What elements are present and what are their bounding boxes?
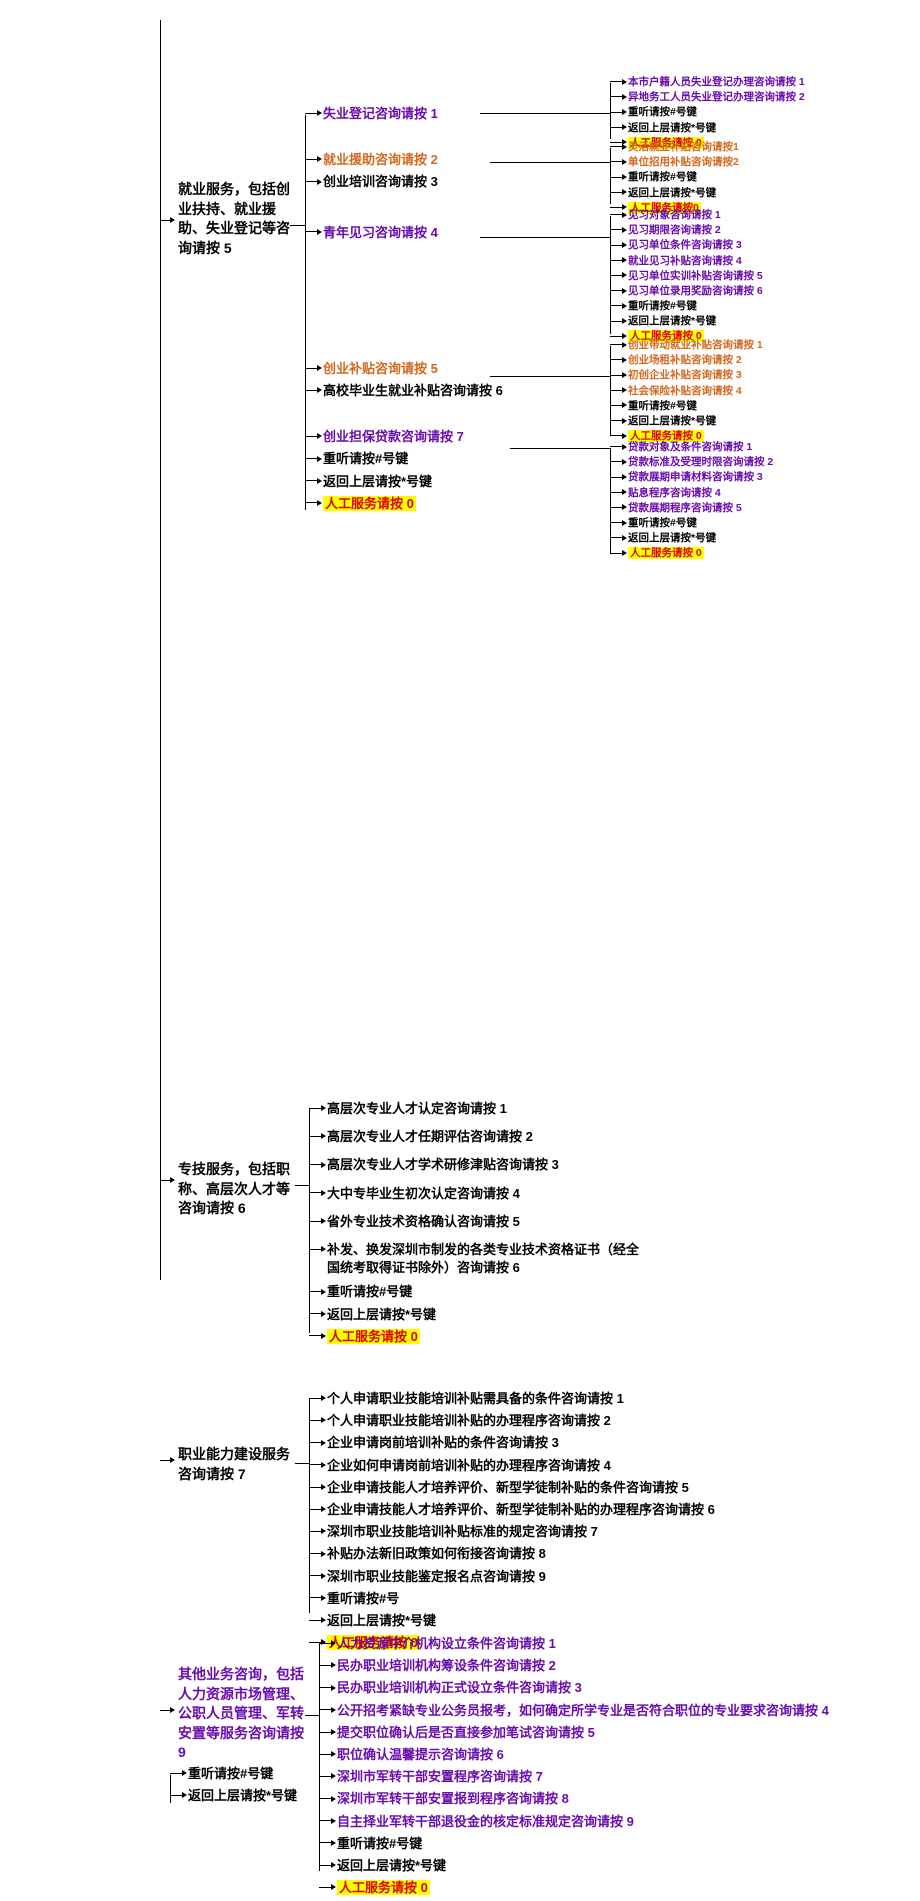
ss-f: 返回上层请按*号键 [610,414,763,428]
ivr-tree: 就业服务，包括创业扶持、就业援助、失业登记等咨询请按 5 失业登记咨询请按 1 … [20,20,900,540]
vc-d: 企业如何申请岗前培训补贴的办理程序咨询请按 4 [309,1457,869,1475]
ur-d: 返回上层请按*号键 [610,121,805,135]
l1-back: 返回上层请按*号键 [170,1787,310,1805]
in-e: 见习单位实训补贴咨询请按 5 [610,269,763,283]
intern-l3: 见习对象咨询请按 1 见习期限咨询请按 2 见习单位条件咨询请按 3 就业见习补… [610,208,763,345]
ot-b: 民办职业培训机构筹设条件咨询请按 2 [319,1657,839,1675]
employment-l2-list: 失业登记咨询请按 1 就业援助咨询请按 2 创业培训咨询请按 3 青年见习咨询请… [305,105,525,517]
ot-f: 职位确认温馨提示咨询请按 6 [319,1746,839,1764]
ur-c: 重听请按#号键 [610,105,805,119]
ln-b: 贷款标准及受理时限咨询请按 2 [610,455,773,469]
l1-employment-label: 就业服务，包括创业扶持、就业援助、失业登记等咨询请按 5 [178,180,298,258]
vc-f: 企业申请技能人才培养评价、新型学徒制补贴的办理程序咨询请按 6 [309,1501,869,1519]
ss-a: 创业带动就业补贴咨询请按 1 [610,338,763,352]
ln-c: 贷款展期申请材料咨询请按 3 [610,470,773,484]
pf-a: 高层次专业人才认定咨询请按 1 [309,1100,649,1118]
vc-i: 深圳市职业技能鉴定报名点咨询请按 9 [309,1568,869,1586]
pf-c: 高层次专业人才学术研修津贴咨询请按 3 [309,1156,649,1174]
pf-e: 省外专业技术资格确认咨询请按 5 [309,1213,649,1231]
ln-g: 返回上层请按*号键 [610,531,773,545]
vc-h: 补贴办法新旧政策如何衔接咨询请按 8 [309,1545,869,1563]
emp-l2-grad-sub: 高校毕业生就业补贴咨询请按 6 [305,382,525,400]
in-d: 就业见习补贴咨询请按 4 [610,254,763,268]
startup-sub-l3: 创业带动就业补贴咨询请按 1 创业场租补贴咨询请按 2 初创企业补贴咨询请按 3… [610,338,763,444]
as-d: 返回上层请按*号键 [610,186,739,200]
vc-e: 企业申请技能人才培养评价、新型学徒制补贴的条件咨询请按 5 [309,1479,869,1497]
l1-professional-label: 专技服务，包括职称、高层次人才等咨询请按 6 [178,1160,298,1219]
ss-d: 社会保险补贴咨询请按 4 [610,384,763,398]
ot-k: 返回上层请按*号键 [319,1857,839,1875]
ot-l: 人工服务请按 0 [319,1879,839,1897]
ur-b: 异地务工人员失业登记办理咨询请按 2 [610,90,805,104]
branch-employment: 就业服务，包括创业扶持、就业援助、失业登记等咨询请按 5 失业登记咨询请按 1 … [170,20,900,540]
pf-i: 人工服务请按 0 [309,1328,649,1346]
vc-k: 返回上层请按*号键 [309,1612,869,1630]
emp-l2-training: 创业培训咨询请按 3 [305,173,525,191]
vc-a: 个人申请职业技能培训补贴需具备的条件咨询请按 1 [309,1390,869,1408]
vc-j: 重听请按#号 [309,1590,869,1608]
ss-e: 重听请按#号键 [610,399,763,413]
ln-d: 贴息程序咨询请按 4 [610,486,773,500]
pf-b: 高层次专业人才任期评估咨询请按 2 [309,1128,649,1146]
vc-g: 深圳市职业技能培训补贴标准的规定咨询请按 7 [309,1523,869,1541]
pf-g: 重听请按#号键 [309,1283,649,1301]
vc-b: 个人申请职业技能培训补贴的办理程序咨询请按 2 [309,1412,869,1430]
root-connector [160,20,161,1280]
emp-l2-assist: 就业援助咨询请按 2 [305,151,525,169]
assist-l3: 灵活就业补贴咨询请按1 单位招用补贴咨询请按2 重听请按#号键 返回上层请按*号… [610,140,739,216]
in-f: 见习单位录用奖励咨询请按 6 [610,284,763,298]
as-b: 单位招用补贴咨询请按2 [610,155,739,169]
pf-f: 补发、换发深圳市制发的各类专业技术资格证书（经全国统考取得证书除外）咨询请按 6 [309,1241,649,1277]
ln-e: 贷款展期程序咨询请按 5 [610,501,773,515]
l1-other-label: 其他业务咨询，包括人力资源市场管理、公职人员管理、军转安置等服务咨询请按 9 [178,1665,308,1763]
ot-e: 提交职位确认后是否直接参加笔试咨询请按 5 [319,1724,839,1742]
ot-c: 民办职业培训机构正式设立条件咨询请按 3 [319,1679,839,1697]
ln-f: 重听请按#号键 [610,516,773,530]
ur-a: 本市户籍人员失业登记办理咨询请按 1 [610,75,805,89]
other-l2-list: 人力资源中介机构设立条件咨询请按 1 民办职业培训机构筹设条件咨询请按 2 民办… [319,1635,839,1901]
emp-l2-back: 返回上层请按*号键 [305,473,525,491]
in-c: 见习单位条件咨询请按 3 [610,238,763,252]
in-b: 见习期限咨询请按 2 [610,223,763,237]
ot-a: 人力资源中介机构设立条件咨询请按 1 [319,1635,839,1653]
emp-l2-replay: 重听请按#号键 [305,450,525,468]
vc-c: 企业申请岗前培训补贴的条件咨询请按 3 [309,1434,869,1452]
ot-h: 深圳市军转干部安置报到程序咨询请按 8 [319,1790,839,1808]
ot-d: 公开招考紧缺专业公务员报考，如何确定所学专业是否符合职位的专业要求咨询请按 4 [319,1702,839,1720]
l1-replay-back: 重听请按#号键 返回上层请按*号键 [170,1765,310,1809]
professional-l2-list: 高层次专业人才认定咨询请按 1 高层次专业人才任期评估咨询请按 2 高层次专业人… [309,1100,649,1350]
ss-c: 初创企业补贴咨询请按 3 [610,368,763,382]
emp-l2-intern: 青年见习咨询请按 4 [305,224,525,242]
pf-d: 大中专毕业生初次认定咨询请按 4 [309,1185,649,1203]
ot-i: 自主择业军转干部退役金的核定标准规定咨询请按 9 [319,1813,839,1831]
l1-replay: 重听请按#号键 [170,1765,310,1783]
ln-h: 人工服务请按 0 [610,546,773,560]
pf-h: 返回上层请按*号键 [309,1306,649,1324]
ln-a: 贷款对象及条件咨询请按 1 [610,440,773,454]
as-c: 重听请按#号键 [610,170,739,184]
l1-vocational-label: 职业能力建设服务咨询请按 7 [178,1445,298,1484]
emp-l2-loan: 创业担保贷款咨询请按 7 [305,428,525,446]
emp-l2-manual: 人工服务请按 0 [305,495,525,513]
ot-g: 深圳市军转干部安置程序咨询请按 7 [319,1768,839,1786]
in-h: 返回上层请按*号键 [610,314,763,328]
as-a: 灵活就业补贴咨询请按1 [610,140,739,154]
loan-l3: 贷款对象及条件咨询请按 1 贷款标准及受理时限咨询请按 2 贷款展期申请材料咨询… [610,440,773,561]
ot-j: 重听请按#号键 [319,1835,839,1853]
emp-l2-unemp-reg: 失业登记咨询请按 1 [305,105,525,123]
in-a: 见习对象咨询请按 1 [610,208,763,222]
ss-b: 创业场租补贴咨询请按 2 [610,353,763,367]
vocational-l2-list: 个人申请职业技能培训补贴需具备的条件咨询请按 1 个人申请职业技能培训补贴的办理… [309,1390,869,1656]
in-g: 重听请按#号键 [610,299,763,313]
